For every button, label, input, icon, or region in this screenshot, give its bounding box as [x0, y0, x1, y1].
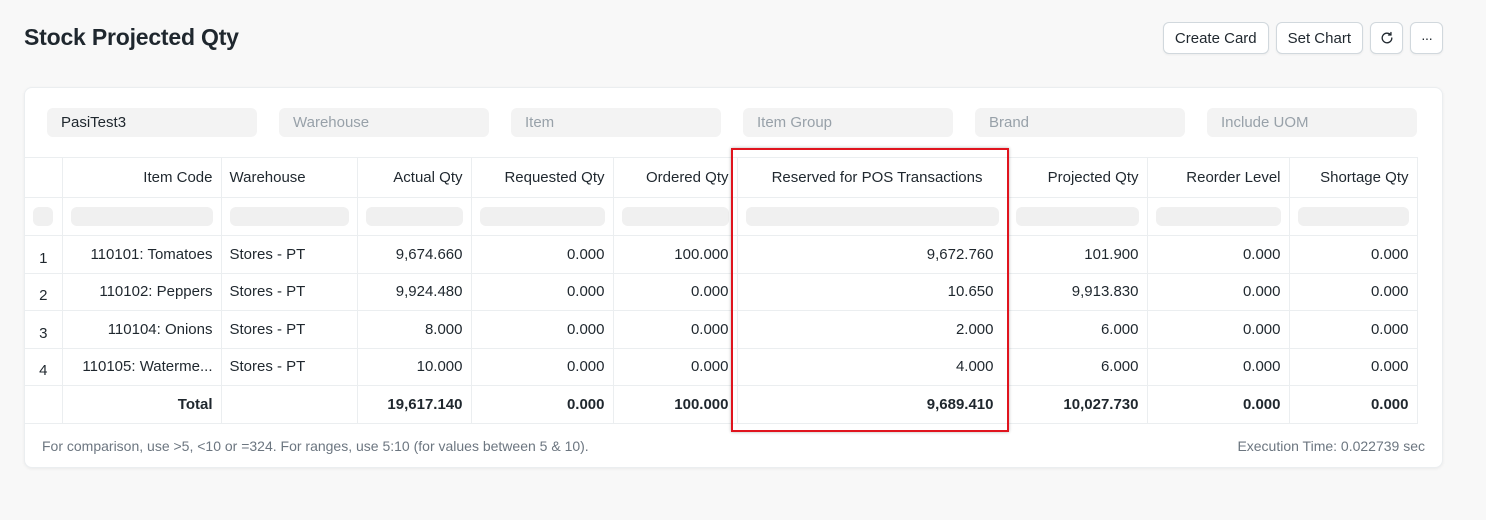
reorder-level-cell[interactable]: 0.000 [1146, 347, 1290, 386]
report-table: Item Code Warehouse Actual Qty Requested… [25, 157, 1418, 424]
shortage-qty-cell[interactable]: 0.000 [1288, 235, 1418, 274]
table-row[interactable]: 2 110102: Peppers Stores - PT 9,924.480 … [25, 272, 1418, 311]
warehouse-cell[interactable]: Stores - PT [220, 310, 358, 349]
reorder-level-total: 0.000 [1146, 385, 1290, 424]
reserved-pos-total: 9,689.410 [736, 385, 1008, 424]
reserved-pos-cell[interactable]: 9,672.760 [736, 235, 1008, 274]
reserved-pos-cell[interactable]: 2.000 [736, 310, 1008, 349]
actual-qty-total: 19,617.140 [356, 385, 472, 424]
actual-qty-cell[interactable]: 9,924.480 [356, 272, 472, 311]
item-code-cell[interactable]: 110102: Peppers [61, 272, 222, 311]
warehouse-cell[interactable]: Stores - PT [220, 347, 358, 386]
ordered-qty-cell[interactable]: 100.000 [612, 235, 738, 274]
column-filter-input[interactable] [612, 197, 738, 236]
column-filter-input[interactable] [470, 197, 614, 236]
requested-qty-cell[interactable]: 0.000 [470, 235, 614, 274]
column-header[interactable]: Reserved for POS Transactions [736, 157, 1008, 198]
report-card: PasiTest3 Warehouse Item Item Group Bran… [24, 87, 1443, 468]
set-chart-button[interactable]: Set Chart [1275, 22, 1363, 54]
filter-bar: PasiTest3 Warehouse Item Item Group Bran… [47, 108, 1417, 137]
column-header[interactable]: Requested Qty [470, 157, 614, 198]
row-index: 3 [25, 310, 63, 349]
reorder-level-cell[interactable]: 0.000 [1146, 235, 1290, 274]
reserved-pos-cell[interactable]: 4.000 [736, 347, 1008, 386]
projected-qty-total: 10,027.730 [1006, 385, 1148, 424]
projected-qty-cell[interactable]: 6.000 [1006, 310, 1148, 349]
column-header[interactable]: Warehouse [220, 157, 358, 198]
column-filter-input[interactable] [1288, 197, 1418, 236]
column-filter-input[interactable] [356, 197, 472, 236]
item-code-cell[interactable]: 110104: Onions [61, 310, 222, 349]
index-header [25, 157, 63, 198]
row-select-filter[interactable] [25, 197, 63, 236]
page-title: Stock Projected Qty [24, 24, 239, 50]
actual-qty-cell[interactable]: 9,674.660 [356, 235, 472, 274]
requested-qty-total: 0.000 [470, 385, 614, 424]
filter-hint: For comparison, use >5, <10 or =324. For… [42, 438, 589, 454]
column-header[interactable]: Item Code [61, 157, 222, 198]
item-code-cell[interactable]: 110105: Waterme... [61, 347, 222, 386]
column-filter-input[interactable] [1006, 197, 1148, 236]
column-filter-input[interactable] [1146, 197, 1290, 236]
column-header[interactable]: Reorder Level [1146, 157, 1290, 198]
column-filter-input[interactable] [220, 197, 358, 236]
item-code-cell[interactable]: 110101: Tomatoes [61, 235, 222, 274]
shortage-qty-cell[interactable]: 0.000 [1288, 347, 1418, 386]
actual-qty-cell[interactable]: 10.000 [356, 347, 472, 386]
warehouse-cell[interactable]: Stores - PT [220, 272, 358, 311]
ordered-qty-cell[interactable]: 0.000 [612, 272, 738, 311]
ordered-qty-cell[interactable]: 0.000 [612, 347, 738, 386]
reorder-level-cell[interactable]: 0.000 [1146, 310, 1290, 349]
item-filter[interactable]: Item [511, 108, 721, 137]
requested-qty-cell[interactable]: 0.000 [470, 272, 614, 311]
table-row[interactable]: 1 110101: Tomatoes Stores - PT 9,674.660… [25, 235, 1418, 274]
projected-qty-cell[interactable]: 101.900 [1006, 235, 1148, 274]
column-filter-input[interactable] [61, 197, 222, 236]
execution-time: Execution Time: 0.022739 sec [1237, 438, 1425, 454]
row-index: 1 [25, 235, 63, 274]
brand-filter[interactable]: Brand [975, 108, 1185, 137]
column-header[interactable]: Shortage Qty [1288, 157, 1418, 198]
column-filter-row [25, 197, 1418, 236]
requested-qty-cell[interactable]: 0.000 [470, 347, 614, 386]
table-row[interactable]: 4 110105: Waterme... Stores - PT 10.000 … [25, 347, 1418, 386]
more-icon: ··· [1421, 30, 1433, 46]
company-filter[interactable]: PasiTest3 [47, 108, 257, 137]
actual-qty-cell[interactable]: 8.000 [356, 310, 472, 349]
column-filter-input[interactable] [736, 197, 1008, 236]
page-actions: Create Card Set Chart ··· [1162, 22, 1443, 54]
shortage-qty-cell[interactable]: 0.000 [1288, 310, 1418, 349]
column-header[interactable]: Ordered Qty [612, 157, 738, 198]
table-header-row: Item Code Warehouse Actual Qty Requested… [25, 157, 1418, 198]
include-uom-filter[interactable]: Include UOM [1207, 108, 1417, 137]
shortage-qty-cell[interactable]: 0.000 [1288, 272, 1418, 311]
refresh-button[interactable] [1370, 22, 1403, 54]
warehouse-filter[interactable]: Warehouse [279, 108, 489, 137]
create-card-button[interactable]: Create Card [1162, 22, 1269, 54]
refresh-icon [1381, 31, 1392, 44]
row-index: 4 [25, 347, 63, 386]
projected-qty-cell[interactable]: 9,913.830 [1006, 272, 1148, 311]
total-label: Total [61, 385, 222, 424]
item-group-filter[interactable]: Item Group [743, 108, 953, 137]
warehouse-total-cell [220, 385, 358, 424]
warehouse-cell[interactable]: Stores - PT [220, 235, 358, 274]
requested-qty-cell[interactable]: 0.000 [470, 310, 614, 349]
column-header[interactable]: Actual Qty [356, 157, 472, 198]
row-index: 2 [25, 272, 63, 311]
total-row: Total 19,617.140 0.000 100.000 9,689.410… [25, 385, 1418, 424]
ordered-qty-total: 100.000 [612, 385, 738, 424]
more-button[interactable]: ··· [1410, 22, 1443, 54]
ordered-qty-cell[interactable]: 0.000 [612, 310, 738, 349]
reserved-pos-cell[interactable]: 10.650 [736, 272, 1008, 311]
table-row[interactable]: 3 110104: Onions Stores - PT 8.000 0.000… [25, 310, 1418, 349]
row-index [25, 385, 63, 424]
reorder-level-cell[interactable]: 0.000 [1146, 272, 1290, 311]
column-header[interactable]: Projected Qty [1006, 157, 1148, 198]
shortage-qty-total: 0.000 [1288, 385, 1418, 424]
projected-qty-cell[interactable]: 6.000 [1006, 347, 1148, 386]
